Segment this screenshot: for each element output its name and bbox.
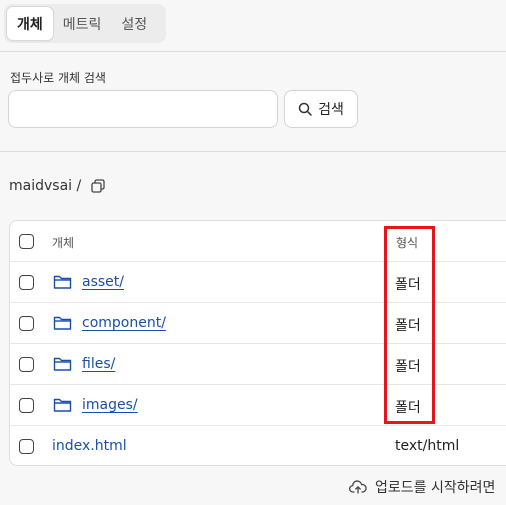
object-link[interactable]: index.html [52, 438, 127, 454]
tab-metrics[interactable]: 메트릭 [53, 7, 112, 40]
search-button-label: 검색 [318, 102, 344, 118]
divider [0, 151, 506, 152]
tab-objects[interactable]: 개체 [7, 7, 53, 40]
upload-hint-text: 업로드를 시작하려면 [375, 480, 496, 496]
search-input[interactable] [8, 90, 278, 128]
copy-icon[interactable] [91, 179, 105, 193]
search-label: 접두사로 개체 검색 [10, 71, 106, 85]
row-checkbox[interactable] [19, 398, 34, 413]
table-row: index.html text/html [10, 426, 506, 465]
object-type: text/html [395, 438, 460, 454]
folder-icon [53, 316, 72, 330]
folder-icon [53, 398, 72, 412]
row-checkbox[interactable] [19, 439, 34, 454]
folder-icon [53, 357, 72, 371]
object-link[interactable]: images/ [82, 397, 138, 413]
object-link[interactable]: asset/ [82, 274, 124, 290]
row-checkbox[interactable] [19, 275, 34, 290]
object-link[interactable]: component/ [82, 315, 166, 331]
tab-settings[interactable]: 설정 [111, 7, 157, 40]
cloud-upload-icon [349, 480, 367, 494]
row-checkbox[interactable] [19, 316, 34, 331]
search-icon [298, 102, 312, 116]
search-button[interactable]: 검색 [284, 90, 358, 128]
breadcrumb: maidvsai / [9, 178, 105, 194]
divider [0, 51, 506, 52]
column-header-name: 개체 [52, 236, 75, 250]
select-all-checkbox[interactable] [19, 234, 34, 249]
row-checkbox[interactable] [19, 357, 34, 372]
folder-icon [53, 275, 72, 289]
type-column-highlight [384, 226, 435, 424]
tab-bar: 개체 메트릭 설정 [4, 4, 166, 43]
upload-hint: 업로드를 시작하려면 [349, 477, 495, 497]
object-link[interactable]: files/ [82, 356, 115, 372]
breadcrumb-path: maidvsai / [9, 178, 82, 194]
